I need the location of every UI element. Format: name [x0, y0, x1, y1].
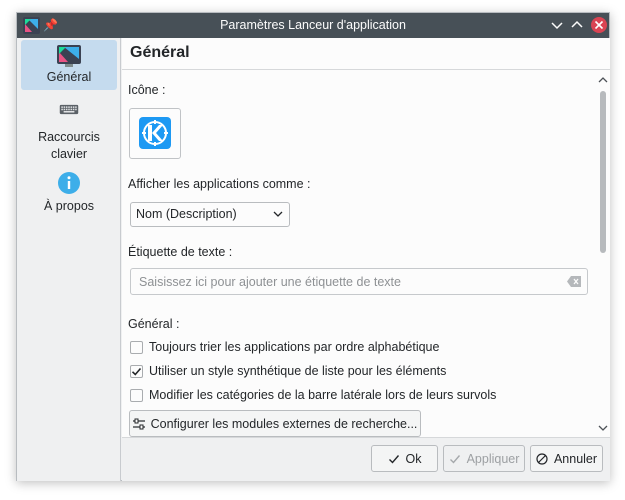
sidebar-item-label: Raccourcis clavier — [38, 130, 100, 161]
sidebar-item-keyboard-shortcuts[interactable]: Raccourcis clavier — [21, 101, 117, 163]
scroll-down-icon[interactable] — [598, 423, 608, 433]
ok-button-label: Ok — [405, 451, 422, 466]
maximize-icon[interactable] — [568, 16, 586, 34]
kde-logo-icon — [139, 117, 171, 149]
cancel-button[interactable]: Annuler — [530, 445, 603, 472]
cancel-icon — [536, 452, 548, 465]
icon-label: Icône : — [128, 83, 166, 97]
page-title: Général — [130, 44, 190, 61]
info-icon — [58, 172, 80, 194]
icon-picker-button[interactable] — [129, 108, 181, 159]
keyboard-icon — [59, 104, 79, 115]
cancel-button-label: Annuler — [553, 451, 598, 466]
page-header: Général — [122, 38, 610, 70]
dialog-button-bar: Ok Appliquer Annuler — [122, 437, 610, 481]
display-mode-label: Afficher les applications comme : — [128, 177, 311, 191]
vertical-scrollbar[interactable] — [596, 71, 610, 437]
text-label-field[interactable] — [130, 268, 588, 295]
chevron-down-icon — [273, 211, 283, 217]
apply-button-label: Appliquer — [466, 451, 520, 466]
text-label-input[interactable] — [131, 269, 561, 294]
checkbox[interactable] — [130, 341, 143, 354]
settings-window: 📌 Paramètres Lanceur d'application Génér… — [16, 12, 610, 481]
option-label: Utiliser un style synthétique de liste p… — [149, 364, 447, 378]
checkbox[interactable] — [130, 389, 143, 402]
checkmark-icon — [131, 367, 142, 376]
checkmark-icon — [388, 454, 399, 464]
clear-text-icon[interactable] — [567, 276, 581, 287]
scroll-up-icon[interactable] — [598, 75, 608, 85]
general-settings-icon — [57, 45, 81, 67]
sidebar-item-about[interactable]: À propos — [21, 170, 117, 220]
ok-button[interactable]: Ok — [371, 445, 438, 472]
title-bar[interactable]: 📌 Paramètres Lanceur d'application — [17, 13, 609, 38]
settings-scroll-area[interactable]: Icône : Afficher les applications comme … — [122, 71, 610, 437]
option-switch-categories-on-hover[interactable]: Modifier les catégories de la barre laté… — [130, 387, 500, 405]
main-panel: Général Icône : Afficher les application… — [122, 38, 610, 481]
option-label: Modifier les catégories de la barre laté… — [149, 388, 497, 402]
checkbox-checked[interactable] — [130, 365, 143, 378]
text-label-title: Étiquette de texte : — [128, 245, 233, 259]
general-options-label: Général : — [128, 317, 180, 331]
sidebar-item-label: Général — [46, 70, 92, 84]
scrollbar-thumb[interactable] — [600, 91, 606, 253]
option-sort-alphabetically[interactable]: Toujours trier les applications par ordr… — [130, 339, 450, 357]
window-title: Paramètres Lanceur d'application — [220, 18, 406, 32]
apply-button[interactable]: Appliquer — [443, 445, 525, 472]
checkmark-icon — [449, 454, 460, 464]
option-label: Toujours trier les applications par ordr… — [149, 340, 440, 354]
configure-button-label: Configurer les modules externes de reche… — [150, 416, 418, 431]
sidebar-item-label: À propos — [43, 199, 95, 213]
sidebar-item-general[interactable]: Général — [21, 40, 117, 90]
display-mode-value: Nom (Description) — [136, 207, 237, 221]
minimize-icon[interactable] — [548, 16, 566, 34]
sidebar: Général Raccourcis clavier À propos — [17, 38, 121, 481]
configure-icon — [132, 418, 145, 429]
display-mode-combobox[interactable]: Nom (Description) — [130, 202, 290, 227]
configure-search-plugins-button[interactable]: Configurer les modules externes de reche… — [129, 410, 421, 437]
option-compact-list-style[interactable]: Utiliser un style synthétique de liste p… — [130, 363, 450, 381]
close-icon[interactable] — [590, 16, 608, 34]
